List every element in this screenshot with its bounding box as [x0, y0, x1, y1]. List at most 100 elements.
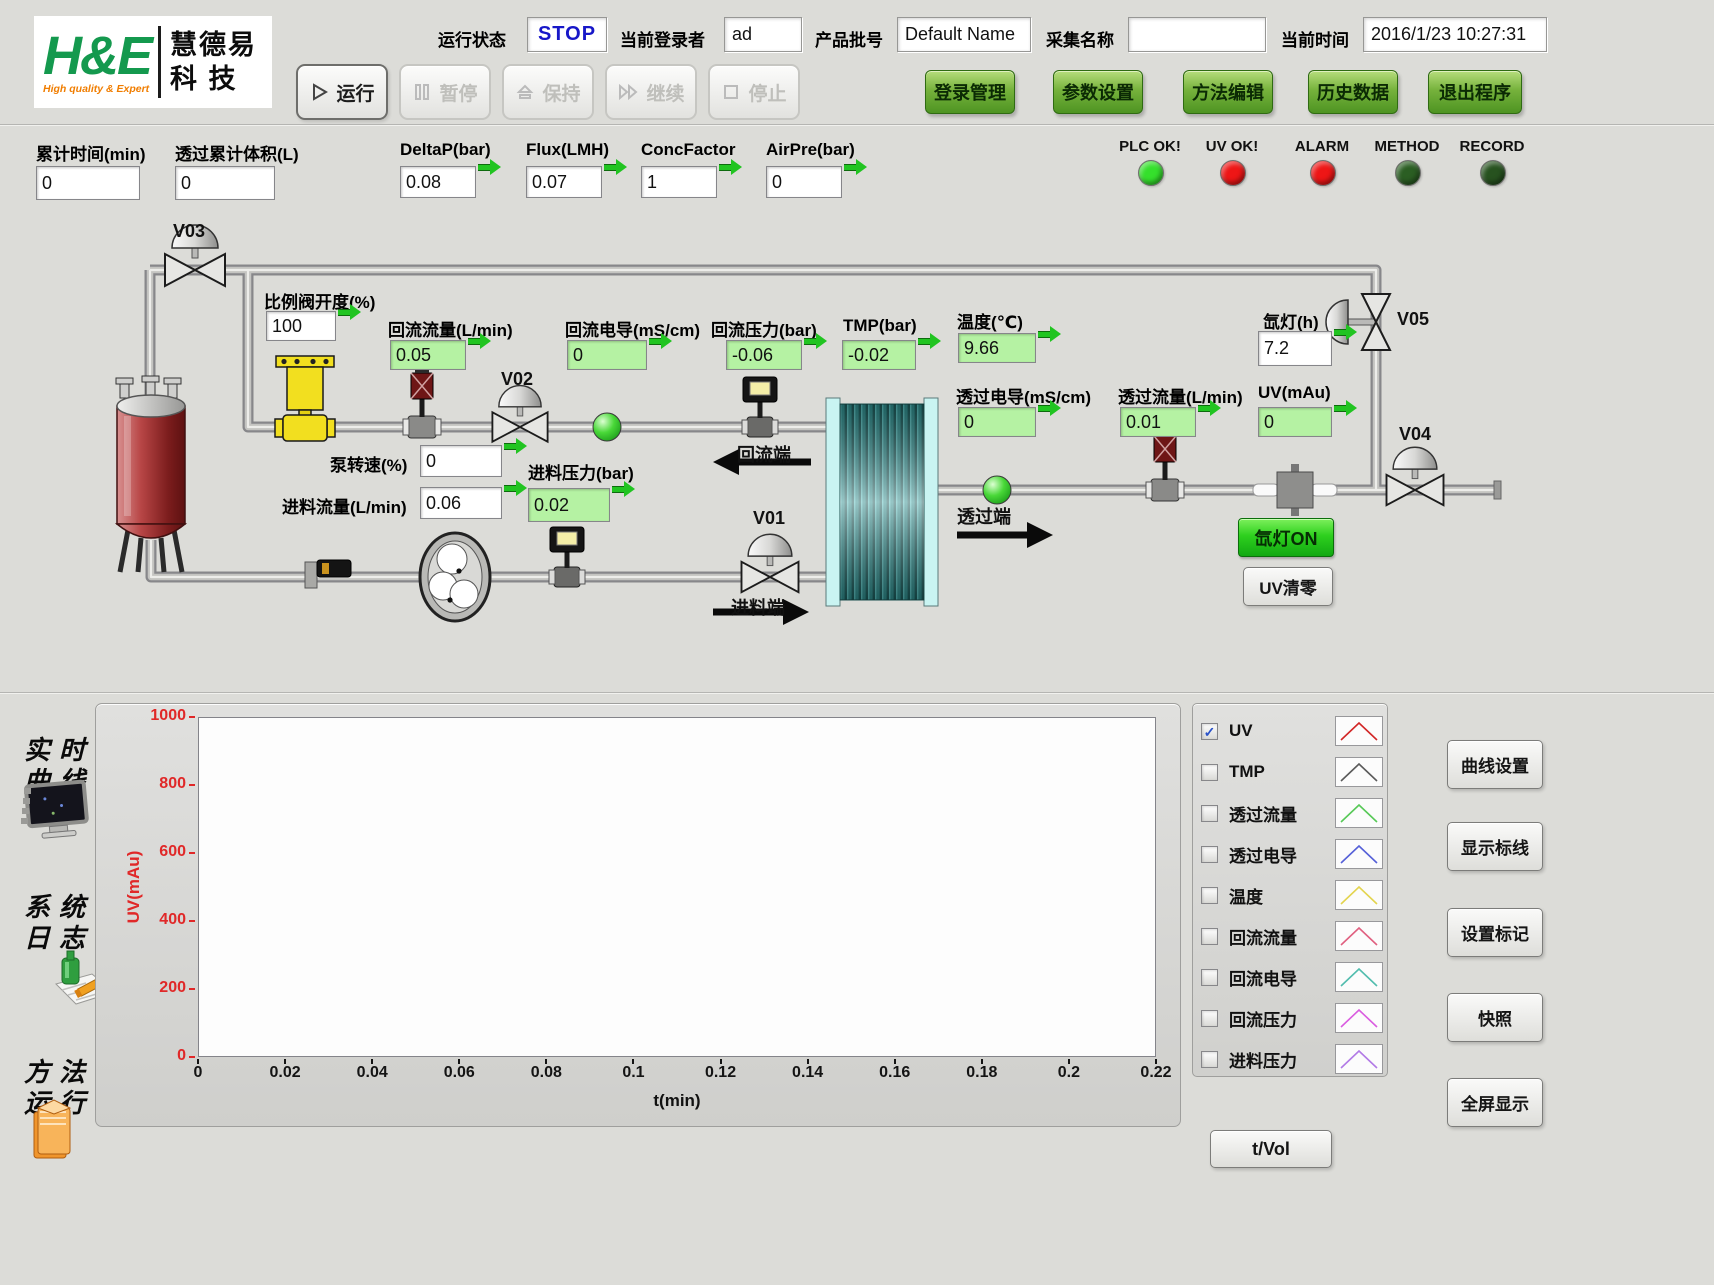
concfactor-field[interactable]: 1	[641, 166, 717, 198]
acq-name-field[interactable]	[1128, 17, 1266, 52]
flag-icon	[844, 159, 868, 174]
filter-module	[826, 398, 938, 606]
set-marker-button[interactable]: 设置标记	[1447, 908, 1543, 957]
reflux-port-label: 回流端	[737, 441, 791, 467]
legend-line-sample-reflux-press[interactable]	[1335, 1003, 1383, 1033]
deltap-field[interactable]: 0.08	[400, 166, 476, 198]
continue-button-label: 继续	[646, 79, 684, 106]
reflux-pressure-sensor	[742, 377, 778, 437]
legend-checkbox-reflux-flow[interactable]	[1201, 928, 1218, 945]
valve-v04[interactable]	[1387, 447, 1444, 505]
pause-button[interactable]: 暂停	[399, 64, 491, 120]
flag-icon	[468, 333, 492, 348]
perm-flow-sensor	[1146, 429, 1184, 501]
logo-company-line2: 科 技	[170, 62, 257, 96]
legend-line-sample-tmp[interactable]	[1335, 757, 1383, 787]
legend-line-sample-temperature[interactable]	[1335, 880, 1383, 910]
method-run-icon[interactable]	[24, 1098, 80, 1168]
tmp-field: -0.02	[842, 340, 916, 370]
tmp-value: -0.02	[848, 345, 889, 366]
feed-flow-label: 进料流量(L/min)	[282, 493, 407, 518]
uv-ok-label: UV OK!	[1184, 138, 1280, 155]
legend-line-sample-perm-cond[interactable]	[1335, 839, 1383, 869]
logo-brand: H&E	[43, 29, 151, 83]
legend-row-tmp: TMP	[1201, 757, 1383, 787]
legend-label-tmp: TMP	[1229, 762, 1335, 782]
sidebar-realtime-line1: 实时	[24, 736, 94, 766]
uv-zero-button[interactable]: UV清零	[1243, 567, 1333, 606]
xenon-on-button[interactable]: 氙灯ON	[1238, 518, 1334, 557]
deltap-value: 0.08	[406, 172, 441, 193]
feed-flow-field[interactable]: 0.06	[420, 487, 502, 519]
legend-line-sample-reflux-cond[interactable]	[1335, 962, 1383, 992]
airpre-field[interactable]: 0	[766, 166, 842, 198]
legend-checkbox-perm-flow[interactable]	[1201, 805, 1218, 822]
legend-row-uv: ✓UV	[1201, 716, 1383, 746]
param-settings-button[interactable]: 参数设置	[1053, 70, 1143, 114]
reflux-flow-label: 回流流量(L/min)	[388, 316, 513, 341]
legend-checkbox-uv[interactable]: ✓	[1201, 723, 1218, 740]
legend-checkbox-reflux-cond[interactable]	[1201, 969, 1218, 986]
hold-button-label: 保持	[542, 79, 580, 106]
chart-plot-area[interactable]	[198, 717, 1156, 1057]
snapshot-button[interactable]: 快照	[1447, 993, 1543, 1042]
stop-button[interactable]: 停止	[708, 64, 800, 120]
fullscreen-button[interactable]: 全屏显示	[1447, 1078, 1543, 1127]
legend-checkbox-perm-cond[interactable]	[1201, 846, 1218, 863]
valve-v03-label: V03	[173, 221, 205, 242]
legend-checkbox-reflux-press[interactable]	[1201, 1010, 1218, 1027]
realtime-curve-icon[interactable]	[18, 778, 94, 844]
history-data-button[interactable]: 历史数据	[1308, 70, 1398, 114]
legend-checkbox-feed-press[interactable]	[1201, 1051, 1218, 1068]
valve-v02-label: V02	[501, 369, 533, 390]
method-led	[1395, 160, 1421, 186]
hmi-main-screen: { "header": { "logo": {"brand": "H&E", "…	[0, 0, 1714, 1285]
method-edit-button[interactable]: 方法编辑	[1183, 70, 1273, 114]
legend-row-reflux-flow: 回流流量	[1201, 921, 1383, 951]
legend-line-sample-uv[interactable]	[1335, 716, 1383, 746]
logo-divider	[158, 26, 161, 98]
flag-icon	[1334, 400, 1358, 415]
pump-speed-field[interactable]: 0	[420, 445, 502, 477]
flag-icon	[649, 333, 673, 348]
show-cursor-button[interactable]: 显示标线	[1447, 822, 1543, 871]
flux-field[interactable]: 0.07	[526, 166, 602, 198]
xenon-hours-field[interactable]: 7.2	[1258, 331, 1332, 366]
batch-field[interactable]: Default Name	[897, 17, 1031, 52]
total-time-field: 0	[36, 166, 140, 200]
process-diagram	[0, 210, 1714, 710]
concfactor-value: 1	[647, 172, 657, 193]
legend-checkbox-tmp[interactable]	[1201, 764, 1218, 781]
flag-icon	[719, 159, 743, 174]
logo-company-line1: 慧德易	[170, 28, 257, 62]
login-manage-button[interactable]: 登录管理	[925, 70, 1015, 114]
legend-line-sample-reflux-flow[interactable]	[1335, 921, 1383, 951]
run-button[interactable]: 运行	[296, 64, 388, 120]
chart-panel: UV(mAu) t(min) 0200400600800100000.020.0…	[95, 703, 1181, 1127]
proportional-valve[interactable]	[275, 356, 335, 441]
perm-total-volume-field: 0	[175, 166, 275, 200]
stop-icon	[721, 82, 741, 102]
legend-row-perm-flow: 透过流量	[1201, 798, 1383, 828]
legend-line-sample-perm-flow[interactable]	[1335, 798, 1383, 828]
prop-valve-field[interactable]: 100	[266, 311, 336, 341]
plc-ok-led	[1138, 160, 1164, 186]
current-user-field[interactable]: ad	[724, 17, 802, 52]
legend-line-sample-feed-press[interactable]	[1335, 1044, 1383, 1074]
logo-tagline: High quality & Expert	[43, 83, 151, 95]
run-status-label: 运行状态	[438, 26, 506, 51]
curve-settings-button[interactable]: 曲线设置	[1447, 740, 1543, 789]
feed-press-value: 0.02	[534, 495, 569, 516]
valve-v02[interactable]	[492, 386, 547, 442]
legend-checkbox-temperature[interactable]	[1201, 887, 1218, 904]
hold-button[interactable]: 保持	[502, 64, 594, 120]
reflux-flow-sensor	[403, 366, 441, 438]
airpre-label: AirPre(bar)	[766, 140, 855, 160]
tvol-toggle-button[interactable]: t/Vol	[1210, 1130, 1332, 1168]
exit-program-button[interactable]: 退出程序	[1428, 70, 1522, 114]
continue-button[interactable]: 继续	[605, 64, 697, 120]
legend-row-reflux-cond: 回流电导	[1201, 962, 1383, 992]
flag-icon	[604, 159, 628, 174]
valve-v01[interactable]	[742, 534, 799, 592]
perm-flow-value: 0.01	[1126, 412, 1161, 433]
